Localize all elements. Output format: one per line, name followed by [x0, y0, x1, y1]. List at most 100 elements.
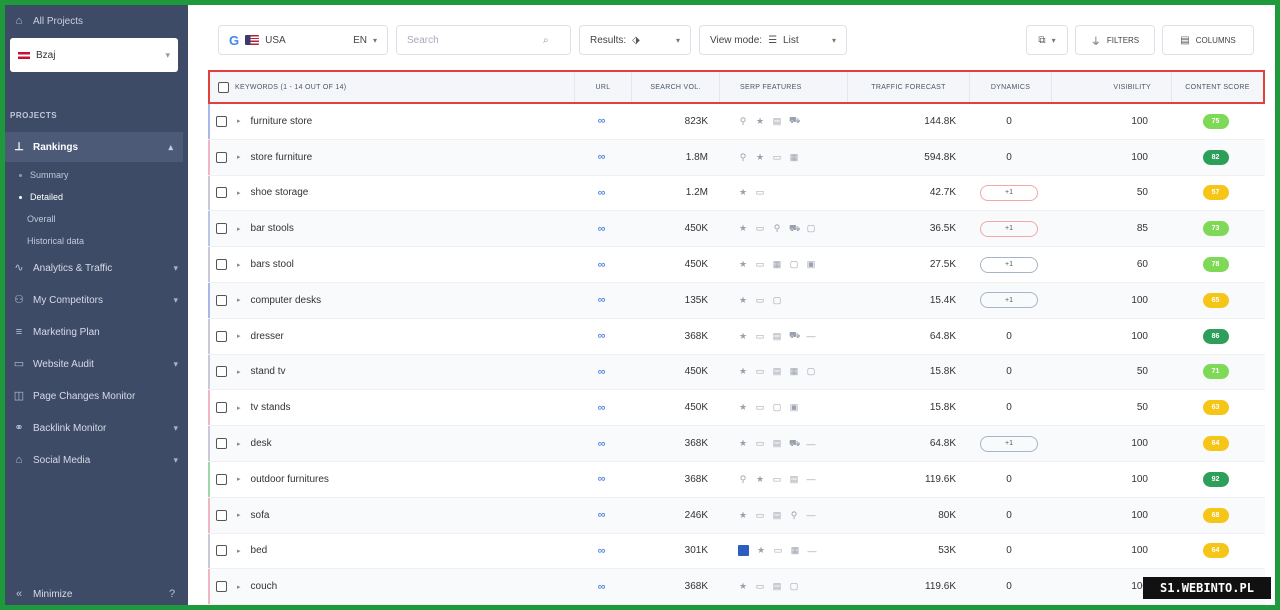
- link-icon[interactable]: ∞: [598, 581, 606, 593]
- expand-icon[interactable]: ▸: [237, 296, 241, 304]
- keyword-text[interactable]: bed: [251, 545, 268, 556]
- columns-button[interactable]: ▤ COLUMNS: [1162, 25, 1254, 55]
- content-score-badge[interactable]: 63: [1202, 400, 1229, 416]
- table-row[interactable]: ▸ bar stools ∞ 450K ★ ▭ ⚲ ⛟ ▢ 36.5K +1 85 73: [208, 211, 1265, 248]
- expand-icon[interactable]: ▸: [237, 332, 241, 340]
- link-icon[interactable]: ∞: [598, 115, 606, 127]
- help-icon[interactable]: ?: [166, 588, 178, 600]
- header-serp[interactable]: SERP FEATURES: [720, 72, 848, 102]
- link-icon[interactable]: ∞: [598, 330, 606, 342]
- content-score-badge[interactable]: 64: [1202, 543, 1229, 559]
- row-checkbox[interactable]: [216, 438, 227, 450]
- keyword-text[interactable]: store furniture: [251, 152, 313, 163]
- link-icon[interactable]: ∞: [598, 545, 606, 557]
- link-icon[interactable]: ∞: [598, 473, 606, 485]
- link-icon[interactable]: ∞: [598, 509, 606, 521]
- sidebar-item-competitors[interactable]: ⚇ My Competitors ▾: [13, 294, 178, 306]
- content-score-badge[interactable]: 71: [1202, 364, 1229, 380]
- link-icon[interactable]: ∞: [598, 294, 606, 306]
- sidebar-subitem-overall[interactable]: Overall: [27, 214, 56, 224]
- search-engine-selector[interactable]: G USA EN ▾: [218, 25, 388, 55]
- row-checkbox[interactable]: [216, 223, 227, 235]
- header-keywords[interactable]: KEYWORDS (1 - 14 OUT OF 14): [210, 72, 575, 102]
- header-dynamics[interactable]: DYNAMICS: [970, 72, 1052, 102]
- row-checkbox[interactable]: [216, 366, 227, 378]
- table-row[interactable]: ▸ dresser ∞ 368K ★ ▭ ▤ ⛟ — 64.8K 0 100 86: [208, 318, 1265, 355]
- keyword-text[interactable]: bar stools: [251, 223, 294, 234]
- content-score-badge[interactable]: 65: [1202, 292, 1229, 308]
- expand-icon[interactable]: ▸: [237, 547, 241, 555]
- table-row[interactable]: ▸ bed ∞ 301K ★ ▭ ▦ — 53K 0 100 64: [208, 533, 1265, 570]
- view-mode-selector[interactable]: View mode: ☰ List ▾: [699, 25, 847, 55]
- expand-icon[interactable]: ▸: [237, 153, 241, 161]
- content-score-badge[interactable]: 73: [1202, 221, 1229, 237]
- header-content-score[interactable]: CONTENT SCORE: [1172, 72, 1263, 102]
- row-checkbox[interactable]: [216, 294, 227, 306]
- keyword-text[interactable]: bars stool: [251, 259, 294, 270]
- row-checkbox[interactable]: [216, 473, 227, 485]
- link-icon[interactable]: ∞: [598, 438, 606, 450]
- row-checkbox[interactable]: [216, 545, 227, 557]
- expand-icon[interactable]: ▸: [237, 225, 241, 233]
- link-icon[interactable]: ∞: [598, 151, 606, 163]
- row-checkbox[interactable]: [216, 187, 227, 199]
- sidebar-item-page-changes[interactable]: ◫ Page Changes Monitor: [13, 390, 178, 402]
- results-selector[interactable]: Results: ⬗ ▾: [579, 25, 691, 55]
- expand-icon[interactable]: ▸: [237, 511, 241, 519]
- link-icon[interactable]: ∞: [598, 259, 606, 271]
- table-row[interactable]: ▸ desk ∞ 368K ★ ▭ ▤ ⛟ — 64.8K +1 100 64: [208, 426, 1265, 462]
- search-input[interactable]: [407, 34, 537, 46]
- link-icon[interactable]: ∞: [598, 187, 606, 199]
- link-icon[interactable]: ∞: [598, 402, 606, 414]
- keyword-text[interactable]: furniture store: [251, 116, 313, 127]
- copy-menu-button[interactable]: ⧉ ▾: [1026, 25, 1068, 55]
- row-checkbox[interactable]: [216, 402, 227, 414]
- table-row[interactable]: ▸ furniture store ∞ 823K ⚲ ★ ▤ ⛟ 144.8K 0 1…: [208, 104, 1265, 140]
- keyword-text[interactable]: dresser: [251, 331, 284, 342]
- header-traffic[interactable]: TRAFFIC FORECAST: [848, 72, 970, 102]
- row-checkbox[interactable]: [216, 509, 227, 521]
- project-selector[interactable]: Bzaj ▾: [10, 38, 178, 72]
- content-score-badge[interactable]: 64: [1202, 436, 1229, 452]
- keyword-text[interactable]: tv stands: [251, 402, 291, 413]
- expand-icon[interactable]: ▸: [237, 475, 241, 483]
- content-score-badge[interactable]: 75: [1202, 113, 1229, 129]
- keyword-text[interactable]: desk: [251, 438, 272, 449]
- keyword-text[interactable]: sofa: [251, 510, 270, 521]
- content-score-badge[interactable]: 82: [1202, 149, 1229, 165]
- sidebar-item-marketing-plan[interactable]: ≡ Marketing Plan: [13, 326, 178, 338]
- expand-icon[interactable]: ▸: [237, 368, 241, 376]
- row-checkbox[interactable]: [216, 330, 227, 342]
- expand-icon[interactable]: ▸: [237, 261, 241, 269]
- all-projects-link[interactable]: ⌂ All Projects: [13, 15, 83, 27]
- keyword-text[interactable]: outdoor furnitures: [251, 474, 329, 485]
- filters-button[interactable]: ⏚ FILTERS: [1075, 25, 1155, 55]
- sidebar-subitem-summary[interactable]: Summary: [19, 170, 69, 180]
- expand-icon[interactable]: ▸: [237, 440, 241, 448]
- sidebar-item-analytics[interactable]: ∿ Analytics & Traffic ▾: [13, 262, 178, 274]
- keyword-text[interactable]: stand tv: [251, 366, 286, 377]
- table-row[interactable]: ▸ sofa ∞ 246K ★ ▭ ▤ ⚲ — 80K 0 100 68: [208, 497, 1265, 534]
- header-search-vol[interactable]: SEARCH VOL.: [632, 72, 720, 102]
- expand-icon[interactable]: ▸: [237, 404, 241, 412]
- table-row[interactable]: ▸ couch ∞ 368K ★▭▤▢ 119.6K 0 100 66: [208, 569, 1265, 605]
- content-score-badge[interactable]: 92: [1202, 471, 1229, 487]
- keyword-text[interactable]: computer desks: [251, 295, 322, 306]
- table-row[interactable]: ▸ store furniture ∞ 1.8M ⚲ ★ ▭ ▦ 594.8K 0 1…: [208, 139, 1265, 176]
- table-row[interactable]: ▸ stand tv ∞ 450K ★ ▭ ▤ ▦ ▢ 15.8K 0 50 71: [208, 354, 1265, 391]
- table-row[interactable]: ▸ outdoor furnitures ∞ 368K ⚲ ★ ▭ ▤ — 119.6K…: [208, 461, 1265, 498]
- sidebar-subitem-detailed[interactable]: Detailed: [19, 192, 63, 202]
- link-icon[interactable]: ∞: [598, 366, 606, 378]
- row-checkbox[interactable]: [216, 151, 227, 163]
- table-row[interactable]: ▸ computer desks ∞ 135K ★ ▭ ▢ 15.4K +1 100…: [208, 282, 1265, 319]
- sidebar-item-website-audit[interactable]: ▭ Website Audit ▾: [13, 358, 178, 370]
- row-checkbox[interactable]: [216, 115, 227, 127]
- table-row[interactable]: ▸ bars stool ∞ 450K ★ ▭ ▦ ▢ ▣ 27.5K +1 60 78: [208, 247, 1265, 283]
- expand-icon[interactable]: ▸: [237, 117, 241, 125]
- header-url[interactable]: URL: [575, 72, 632, 102]
- content-score-badge[interactable]: 78: [1202, 257, 1229, 273]
- keyword-text[interactable]: shoe storage: [251, 187, 309, 198]
- header-visibility[interactable]: VISIBILITY: [1052, 72, 1172, 102]
- content-score-badge[interactable]: 57: [1202, 185, 1229, 201]
- sidebar-subitem-historical[interactable]: Historical data: [27, 236, 84, 246]
